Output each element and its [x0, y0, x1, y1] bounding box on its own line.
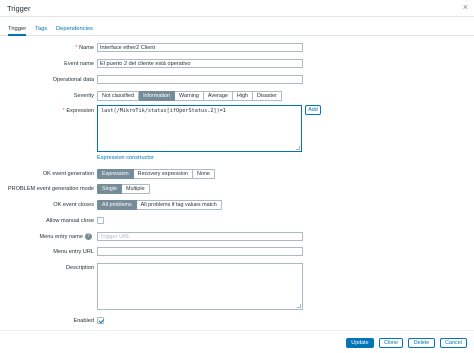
delete-button[interactable]: Delete [408, 338, 435, 348]
ok-gen-none[interactable]: None [193, 169, 215, 179]
update-button[interactable]: Update [346, 338, 374, 348]
clone-button[interactable]: Clone [379, 338, 403, 348]
allow-manual-close-label: Allow manual close [46, 218, 94, 224]
dialog-footer: Update Clone Delete Cancel [0, 330, 474, 353]
name-input[interactable]: Interface ether2 Client [97, 43, 303, 52]
tab-tags[interactable]: Tags [35, 26, 47, 32]
cancel-button[interactable]: Cancel [440, 338, 467, 348]
ok-gen-recovery-expression[interactable]: Recovery expression [133, 169, 194, 179]
severity-not-classified[interactable]: Not classified [97, 91, 140, 101]
tab-trigger[interactable]: Trigger [8, 26, 27, 36]
tab-bar: Trigger Tags Dependencies [0, 24, 474, 36]
severity-information[interactable]: Information [139, 91, 176, 101]
ok-closes-tag-match[interactable]: All problems if tag values match [136, 200, 222, 210]
severity-average[interactable]: Average [203, 91, 233, 101]
expression-text: last(/MikroTik/status[ifOperStatus.2])=1 [101, 108, 226, 114]
severity-warning[interactable]: Warning [175, 91, 204, 101]
severity-label: Severity [73, 93, 94, 99]
menu-entry-url-input[interactable] [97, 247, 303, 256]
menu-entry-url-label: Menu entry URL [53, 249, 94, 255]
menu-entry-name-label: Menu entry name [39, 234, 83, 240]
operational-data-label: Operational data [52, 77, 94, 83]
required-marker: * [75, 45, 78, 51]
problem-mode-label: PROBLEM event generation mode [7, 186, 94, 192]
ok-event-closes-selector: All problems All problems if tag values … [97, 200, 222, 210]
description-label: Description [66, 265, 94, 271]
resize-handle-icon[interactable] [297, 304, 301, 308]
problem-mode-single[interactable]: Single [97, 184, 122, 194]
dialog-header: Trigger × [0, 0, 474, 17]
ok-gen-expression[interactable]: Expression [97, 169, 134, 179]
ok-event-generation-selector: Expression Recovery expression None [97, 169, 215, 179]
severity-disaster[interactable]: Disaster [252, 91, 282, 101]
tab-dependencies[interactable]: Dependencies [56, 26, 93, 32]
event-name-label: Event name [64, 61, 94, 67]
event-name-input[interactable]: El puerto 2 del cliente está operativo [97, 59, 303, 68]
menu-entry-name-input[interactable]: Trigger URL [97, 232, 303, 241]
name-label: * Name [75, 45, 94, 51]
expression-label: * Expression [62, 108, 94, 114]
help-icon[interactable]: ? [85, 233, 92, 240]
expression-constructor-link[interactable]: Expression constructor [97, 155, 154, 161]
severity-high[interactable]: High [232, 91, 253, 101]
enabled-checkbox[interactable] [97, 317, 104, 324]
enabled-label: Enabled [73, 318, 94, 324]
operational-data-input[interactable] [97, 75, 303, 84]
problem-mode-multiple[interactable]: Multiple [122, 184, 150, 194]
expression-textarea[interactable]: last(/MikroTik/status[ifOperStatus.2])=1 [97, 105, 302, 152]
ok-closes-all-problems[interactable]: All problems [97, 200, 137, 210]
add-expression-button[interactable]: Add [305, 105, 321, 115]
problem-mode-selector: Single Multiple [97, 184, 150, 194]
resize-handle-icon[interactable] [296, 146, 300, 150]
ok-event-closes-label: OK event closes [53, 202, 94, 208]
dialog-title: Trigger [7, 4, 31, 13]
severity-selector: Not classified Information Warning Avera… [97, 91, 282, 101]
description-textarea[interactable] [97, 263, 303, 310]
close-icon[interactable]: × [463, 2, 468, 12]
ok-event-generation-label: OK event generation [42, 171, 94, 177]
menu-entry-name-placeholder: Trigger URL [100, 234, 131, 240]
allow-manual-close-checkbox[interactable] [97, 217, 104, 224]
